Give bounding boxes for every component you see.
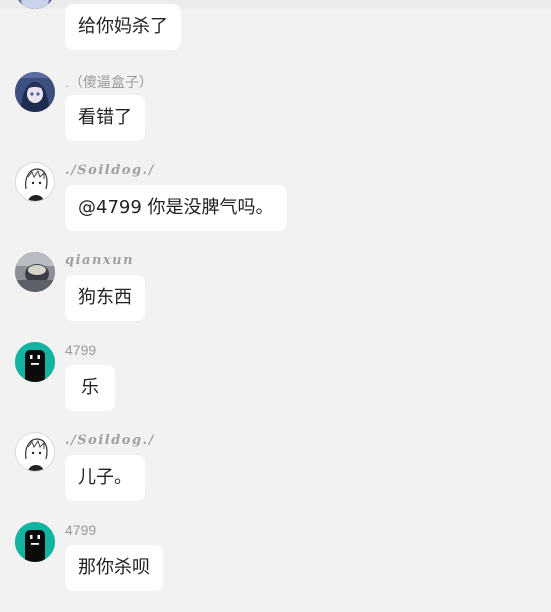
sender-name[interactable]: ./Soildog./ [65, 163, 155, 178]
chat-message: 4799 那你杀呗 [0, 522, 551, 612]
message-bubble[interactable]: 给你妈杀了 [65, 4, 181, 50]
anime-girl-icon [15, 72, 55, 112]
message-bubble[interactable]: 看错了 [65, 95, 145, 141]
robot-face-icon [15, 342, 55, 382]
avatar[interactable] [15, 252, 55, 292]
avatar[interactable] [15, 162, 55, 202]
anime-girl-icon [15, 0, 55, 9]
message-bubble[interactable]: 狗东西 [65, 275, 145, 321]
avatar[interactable] [15, 72, 55, 112]
chat-message: qianxun 狗东西 [0, 252, 551, 342]
sender-name[interactable]: 4799 [65, 522, 96, 538]
avatar[interactable] [15, 342, 55, 382]
sender-name[interactable]: qianxun [65, 253, 134, 268]
chat-message: 4799 乐 [0, 342, 551, 432]
avatar[interactable] [15, 0, 55, 9]
message-bubble[interactable]: 儿子。 [65, 455, 145, 501]
chat-message: 给你妈杀了 [0, 0, 551, 59]
chat-message: .（傻逼盒子） 看错了 [0, 72, 551, 162]
avatar[interactable] [15, 432, 55, 472]
message-bubble[interactable]: @4799 你是没脾气吗。 [65, 185, 287, 231]
chat-message: ./Soildog./ 儿子。 [0, 432, 551, 522]
anime-sketch-icon [16, 163, 54, 201]
anime-sketch-icon [16, 433, 54, 471]
sender-name[interactable]: .（傻逼盒子） [65, 72, 153, 92]
sender-name[interactable]: 4799 [65, 342, 96, 358]
robot-face-icon [15, 522, 55, 562]
message-bubble[interactable]: 乐 [65, 365, 115, 411]
chat-message: ./Soildog./ @4799 你是没脾气吗。 [0, 162, 551, 252]
avatar[interactable] [15, 522, 55, 562]
message-bubble[interactable]: 那你杀呗 [65, 545, 163, 591]
photo-avatar-icon [15, 252, 55, 292]
sender-name[interactable]: ./Soildog./ [65, 433, 155, 448]
